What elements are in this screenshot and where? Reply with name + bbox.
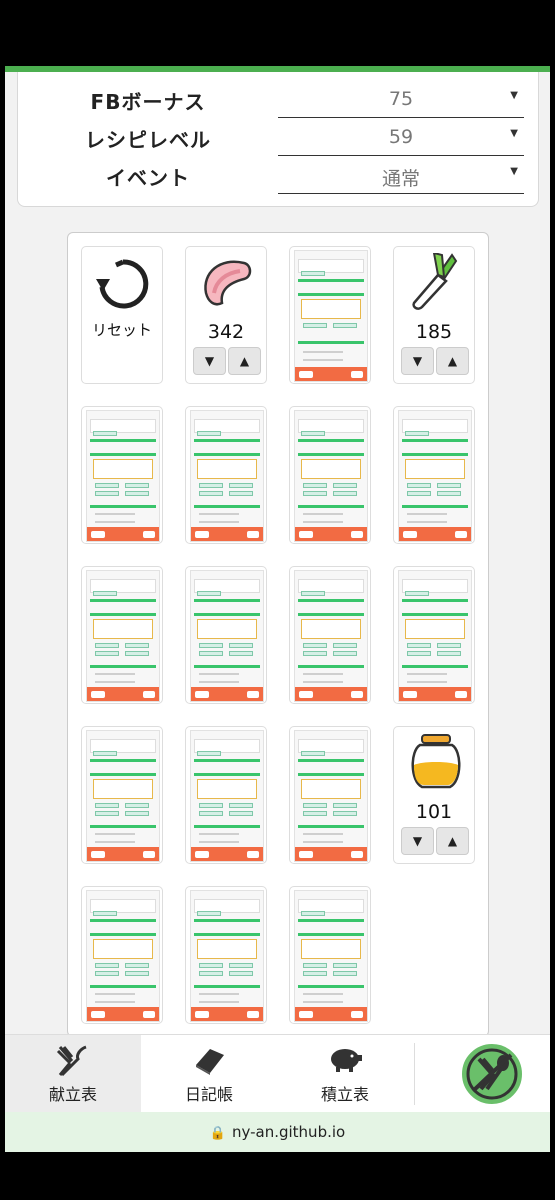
recipe-screenshot-tile[interactable] (289, 406, 371, 544)
recipe-screenshot-tile[interactable] (393, 566, 475, 704)
recipe-screenshot (86, 730, 160, 862)
cooking-icon (460, 1042, 524, 1106)
honey-increment-button[interactable]: ▲ (436, 827, 469, 855)
recipe-level-row: レシピレベル 59 ▼ (18, 120, 540, 158)
honey-stepper: ▼ ▲ (401, 827, 469, 855)
tab-cooking-fab[interactable] (415, 1035, 550, 1113)
tab-menu-label: 献立表 (48, 1085, 97, 1104)
fb-bonus-select[interactable]: 75 ▼ (278, 82, 524, 118)
recipe-screenshot-tile[interactable] (289, 566, 371, 704)
recipe-screenshot-tile[interactable] (185, 406, 267, 544)
reset-tile[interactable]: リセット (81, 246, 163, 384)
leek-decrement-button[interactable]: ▼ (401, 347, 434, 375)
tab-diary[interactable]: 日記帳 (141, 1035, 277, 1113)
honey-count: 101 (415, 801, 453, 823)
tab-savings[interactable]: 積立表 (277, 1035, 413, 1113)
recipe-screenshot (190, 730, 264, 862)
recipe-screenshot (86, 570, 160, 702)
recipe-screenshot (86, 890, 160, 1022)
tab-savings-label: 積立表 (320, 1085, 369, 1104)
recipe-screenshot-tile[interactable] (185, 566, 267, 704)
recipe-screenshot-tile[interactable] (81, 726, 163, 864)
recipe-screenshot (398, 410, 472, 542)
leek-icon (412, 253, 458, 310)
url-text: 🔒 ny-an.github.io (5, 1123, 550, 1141)
fb-bonus-value: 75 (388, 88, 414, 110)
recipe-screenshot-tile[interactable] (185, 726, 267, 864)
recipe-screenshot (190, 570, 264, 702)
leek-stepper: ▼ ▲ (401, 347, 469, 375)
recipe-screenshot-tile[interactable] (185, 886, 267, 1024)
recipe-screenshot-tile[interactable] (289, 886, 371, 1024)
recipe-screenshot (294, 570, 368, 702)
event-row: イベント 通常 ▼ (18, 158, 540, 196)
recipe-screenshot-tile[interactable] (289, 246, 371, 384)
chevron-down-icon: ▼ (510, 166, 518, 177)
tab-menu[interactable]: 献立表 (5, 1035, 141, 1113)
recipe-screenshot-tile[interactable] (81, 886, 163, 1024)
leek-tile: 185 ▼ ▲ (393, 246, 475, 384)
book-icon (196, 1049, 224, 1075)
recipe-screenshot-tile[interactable] (289, 726, 371, 864)
recipe-screenshot (190, 890, 264, 1022)
meat-stepper: ▼ ▲ (193, 347, 261, 375)
recipe-screenshot (294, 410, 368, 542)
fork-knife-icon (56, 1045, 87, 1077)
reset-icon (96, 259, 149, 309)
recipe-screenshot (86, 410, 160, 542)
meat-decrement-button[interactable]: ▼ (193, 347, 226, 375)
recipe-level-select[interactable]: 59 ▼ (278, 120, 524, 156)
recipe-screenshot (294, 890, 368, 1022)
fb-bonus-row: FBボーナス 75 ▼ (18, 82, 540, 120)
chevron-down-icon: ▼ (510, 90, 518, 101)
recipe-screenshot (190, 410, 264, 542)
recipe-screenshot (398, 570, 472, 702)
honey-icon (411, 734, 461, 789)
bottom-tab-bar: 献立表 日記帳 積立表 (5, 1034, 550, 1113)
meat-increment-button[interactable]: ▲ (228, 347, 261, 375)
leek-count: 185 (415, 321, 453, 343)
chevron-down-icon: ▼ (510, 128, 518, 139)
fb-bonus-label: FBボーナス (90, 90, 206, 114)
url-value: ny-an.github.io (231, 1123, 346, 1141)
recipe-screenshot-tile[interactable] (81, 566, 163, 704)
piggy-bank-icon (331, 1049, 362, 1072)
event-label: イベント (106, 166, 190, 190)
recipe-level-label: レシピレベル (85, 128, 211, 152)
leek-increment-button[interactable]: ▲ (436, 347, 469, 375)
ingredient-grid: リセット 342 ▼ ▲ 185 ▼ ▲ 101 ▼ ▲ (67, 232, 489, 1037)
app-page: FBボーナス 75 ▼ レシピレベル 59 ▼ イベント 通常 ▼ リセット 3… (5, 66, 550, 1152)
honey-decrement-button[interactable]: ▼ (401, 827, 434, 855)
tab-diary-label: 日記帳 (184, 1085, 233, 1104)
meat-tile: 342 ▼ ▲ (185, 246, 267, 384)
lock-icon: 🔒 (209, 1126, 226, 1141)
event-value: 通常 (381, 168, 420, 190)
browser-url-bar[interactable]: 🔒 ny-an.github.io (5, 1112, 550, 1152)
event-select[interactable]: 通常 ▼ (278, 158, 524, 194)
recipe-level-value: 59 (388, 126, 414, 148)
settings-card: FBボーナス 75 ▼ レシピレベル 59 ▼ イベント 通常 ▼ (17, 72, 539, 207)
reset-label: リセット (91, 321, 152, 339)
recipe-screenshot (294, 730, 368, 862)
honey-tile: 101 ▼ ▲ (393, 726, 475, 864)
recipe-screenshot-tile[interactable] (81, 406, 163, 544)
recipe-screenshot (294, 250, 368, 382)
recipe-screenshot-tile[interactable] (393, 406, 475, 544)
meat-count: 342 (207, 321, 245, 343)
meat-icon (204, 260, 252, 306)
